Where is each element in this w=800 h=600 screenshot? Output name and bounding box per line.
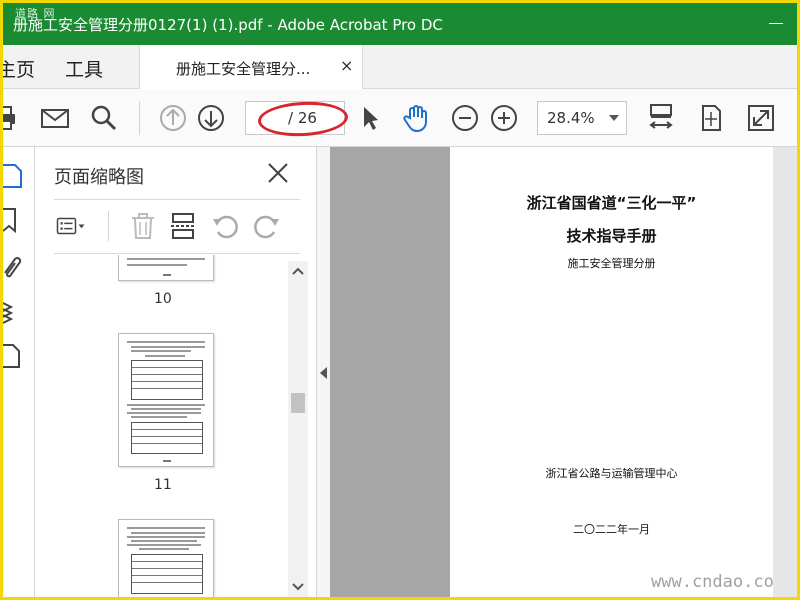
document-title-line-1: 浙江省国省道“三化一平” xyxy=(526,194,697,212)
panel-splitter[interactable] xyxy=(316,147,330,597)
email-icon[interactable] xyxy=(40,103,70,133)
main-toolbar: / 26 28.4% xyxy=(3,89,797,147)
page-thumbnail[interactable] xyxy=(118,519,214,597)
zoom-select[interactable]: 28.4% xyxy=(537,101,627,135)
panel-divider xyxy=(54,199,300,200)
hand-tool-icon[interactable] xyxy=(401,103,431,133)
tab-close-button[interactable]: × xyxy=(340,56,353,75)
document-organization: 浙江省公路与运输管理中心 xyxy=(545,467,678,480)
scroll-up-icon[interactable] xyxy=(292,265,304,277)
minimize-button[interactable] xyxy=(757,3,797,45)
print-icon[interactable] xyxy=(3,103,21,133)
page-thumbnail[interactable] xyxy=(118,255,214,281)
title-bar: 道路 网 册施工安全管理分册0127(1) (1).pdf - Adobe Ac… xyxy=(3,3,797,45)
navigation-rail xyxy=(3,147,35,597)
document-right-margin xyxy=(773,147,797,597)
insert-page-icon[interactable] xyxy=(168,211,198,241)
window-title: 册施工安全管理分册0127(1) (1).pdf - Adobe Acrobat… xyxy=(13,16,443,34)
panel-title: 页面缩略图 xyxy=(54,167,144,188)
document-subtitle: 施工安全管理分册 xyxy=(567,257,656,270)
close-icon[interactable] xyxy=(264,159,292,187)
page-properties-icon[interactable] xyxy=(3,341,25,371)
scrollbar-thumb[interactable] xyxy=(291,393,305,413)
tools-menu[interactable]: 工具 xyxy=(65,55,103,82)
page-number-input[interactable] xyxy=(250,108,280,130)
zoom-value: 28.4% xyxy=(547,109,595,127)
bookmark-icon[interactable] xyxy=(3,205,25,235)
zoom-out-icon[interactable] xyxy=(450,103,480,133)
zoom-in-icon[interactable] xyxy=(489,103,519,133)
thumbnail-list: 10 11 xyxy=(54,255,286,597)
page-navigator: / 26 xyxy=(245,101,345,135)
fit-width-icon[interactable] xyxy=(646,103,676,133)
document-tab[interactable]: 册施工安全管理分... × xyxy=(139,45,363,90)
chevron-down-icon xyxy=(609,115,619,121)
fit-page-icon[interactable] xyxy=(696,103,726,133)
delete-icon[interactable] xyxy=(128,211,158,241)
panel-divider xyxy=(54,253,300,254)
thumbnail-page-number: 10 xyxy=(154,291,172,307)
watermark-text: www.cndao.co xyxy=(651,572,774,592)
next-page-icon[interactable] xyxy=(196,103,226,133)
document-date: 二〇二二年一月 xyxy=(573,523,650,536)
thumbnail-scrollbar[interactable] xyxy=(288,261,308,597)
rotate-left-icon[interactable] xyxy=(210,211,240,241)
toolbar-separator xyxy=(139,101,140,135)
thumbnail-page-number: 11 xyxy=(154,477,172,493)
home-menu[interactable]: 主页 xyxy=(3,55,35,82)
document-title-line-2: 技术指导手册 xyxy=(566,227,657,245)
page-total-label: / 26 xyxy=(288,109,317,127)
panel-toolbar-separator xyxy=(108,211,109,241)
menu-bar: 主页 工具 册施工安全管理分... × xyxy=(3,45,797,90)
document-tab-label: 册施工安全管理分... xyxy=(176,60,311,78)
attachment-icon[interactable] xyxy=(3,251,25,281)
previous-page-icon[interactable] xyxy=(158,103,188,133)
layers-icon[interactable] xyxy=(3,297,25,327)
search-icon[interactable] xyxy=(89,103,119,133)
page-thumbnail[interactable] xyxy=(118,333,214,467)
select-cursor-icon[interactable] xyxy=(355,103,385,133)
page-thumbnails-panel: 页面缩略图 10 11 xyxy=(36,147,316,597)
scroll-down-icon[interactable] xyxy=(292,581,304,593)
page-thumbnails-icon[interactable] xyxy=(3,161,25,191)
document-view[interactable]: 浙江省国省道“三化一平” 技术指导手册 施工安全管理分册 浙江省公路与运输管理中… xyxy=(330,147,797,597)
app-window: 道路 网 册施工安全管理分册0127(1) (1).pdf - Adobe Ac… xyxy=(3,3,797,597)
rotate-right-icon[interactable] xyxy=(252,211,282,241)
full-screen-icon[interactable] xyxy=(746,103,776,133)
options-menu-icon[interactable] xyxy=(56,211,86,241)
document-page: 浙江省国省道“三化一平” 技术指导手册 施工安全管理分册 浙江省公路与运输管理中… xyxy=(450,147,773,597)
collapse-panel-icon[interactable] xyxy=(320,367,327,379)
